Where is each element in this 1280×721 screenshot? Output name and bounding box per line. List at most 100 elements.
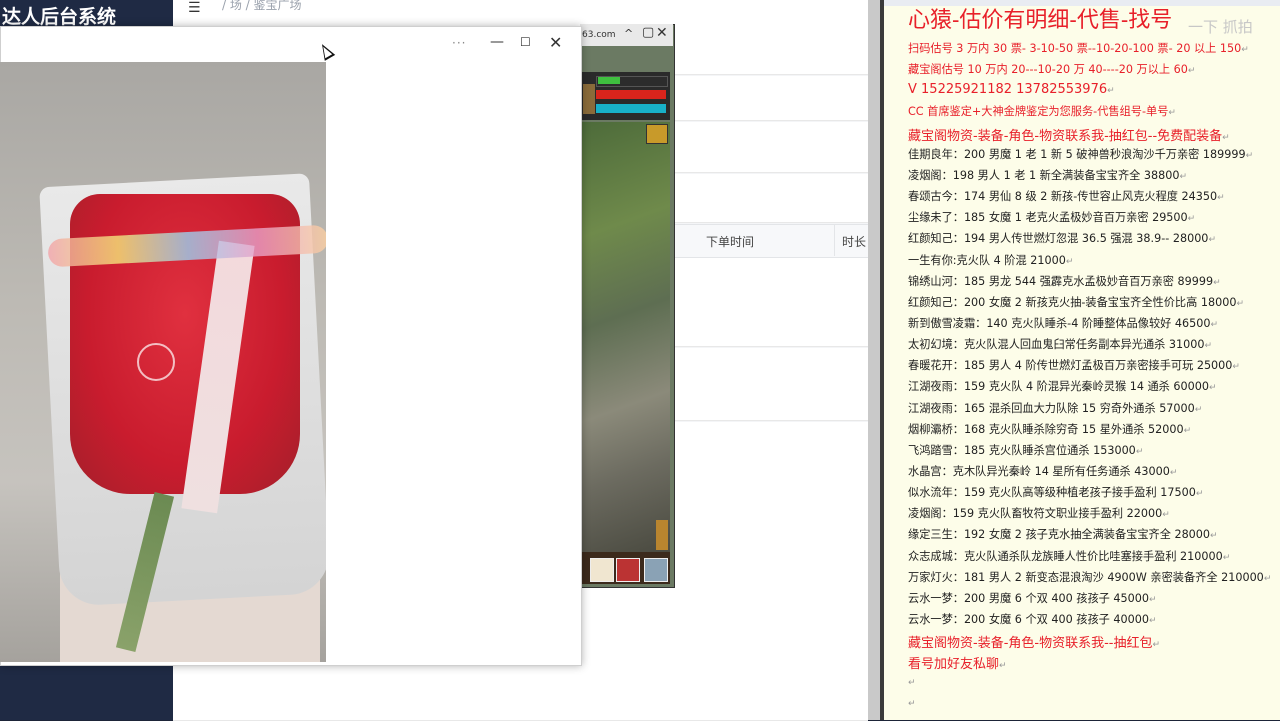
- document-line-text: 云水一梦：200 女魔 6 个双 400 孩孩子 40000: [908, 613, 1150, 627]
- document-line: 扫码估号 3 万内 30 票- 3-10-50 票--10-20-100 票- …: [908, 40, 1249, 56]
- skill-slot-icon[interactable]: [616, 558, 640, 582]
- document-line-text: 新到傲雪凌霜：140 克火队睡杀-4 阶睡整体品像较好 46500: [908, 316, 1211, 330]
- table-header: [672, 224, 870, 258]
- close-icon[interactable]: ✕: [656, 25, 668, 41]
- paragraph-mark-icon: ↵: [1222, 132, 1230, 143]
- document-line: 红颜知己：194 男人传世燃灯忽混 36.5 强混 38.9-- 28000↵: [908, 230, 1216, 246]
- document-line-text: 凌烟阁：198 男人 1 老 1 新全满装备宝宝齐全 38800: [908, 168, 1180, 182]
- document-line-text: 缘定三生：192 女魔 2 孩子克水抽全满装备宝宝齐全 28000: [908, 528, 1211, 542]
- paragraph-mark-icon: ↵: [908, 677, 916, 688]
- focus-ring-icon: [137, 343, 175, 381]
- document-line-text: 春颂古今：174 男仙 8 级 2 新孩-传世容止风克火程度 24350: [908, 190, 1218, 204]
- document-line-text: 春暖花开：185 男人 4 阶传世燃灯孟极百万亲密接手可玩 25000: [908, 359, 1233, 373]
- document-line-text: 红颜知己：194 男人传世燃灯忽混 36.5 强混 38.9-- 28000: [908, 232, 1209, 246]
- maximize-icon[interactable]: ☐: [520, 35, 531, 49]
- skill-slot-icon[interactable]: [590, 558, 614, 582]
- paragraph-mark-icon: ↵: [1183, 425, 1192, 436]
- document-line: 飞鸿踏雪：185 克火队睡杀宫位通杀 153000↵: [908, 442, 1143, 458]
- mana-bar: [596, 104, 666, 113]
- paragraph-mark-icon: ↵: [1208, 235, 1216, 246]
- document-line: 藏宝阁物资-装备-角色-物资联系我--抽红包↵: [908, 632, 1160, 651]
- paragraph-mark-icon: ↵: [1209, 383, 1217, 394]
- document-line: 缘定三生：192 女魔 2 孩子克水抽全满装备宝宝齐全 28000↵: [908, 526, 1218, 542]
- document-line: 新到傲雪凌霜：140 克火队睡杀-4 阶睡整体品像较好 46500↵: [908, 315, 1218, 331]
- document-line: 众志成城：克火队通杀队龙族睡人性价比哇塞接手盈利 210000↵: [908, 548, 1230, 564]
- document-line-text: 烟柳灞桥：168 克火队睡杀除穷奇 15 星外通杀 52000: [908, 422, 1184, 436]
- skill-slot-icon[interactable]: [644, 558, 668, 582]
- paragraph-mark-icon: ↵: [1245, 150, 1254, 161]
- paragraph-mark-icon: ↵: [1065, 256, 1074, 267]
- column-divider: [834, 224, 835, 256]
- paragraph-mark-icon: ↵: [1149, 616, 1157, 627]
- paragraph-mark-icon: ↵: [1179, 171, 1188, 182]
- document-line: 红颜知己：200 女魔 2 新孩克火抽-装备宝宝齐全性价比高 18000↵: [908, 294, 1244, 310]
- paragraph-mark-icon: ↵: [908, 698, 916, 709]
- column-duration[interactable]: 时长: [842, 233, 866, 250]
- game-scene[interactable]: [582, 122, 670, 552]
- paragraph-mark-icon: ↵: [1232, 362, 1240, 373]
- more-icon[interactable]: ···: [452, 36, 466, 50]
- paragraph-mark-icon: ↵: [1210, 319, 1219, 330]
- document-line: 春颂古今：174 男仙 8 级 2 新孩-传世容止风克火程度 24350↵: [908, 188, 1225, 204]
- document-line-text: 藏宝阁估号 10 万内 20---10-20 万 40----20 万以上 60: [908, 63, 1188, 77]
- exp-bar-fill: [598, 77, 620, 84]
- paragraph-mark-icon: ↵: [1152, 640, 1161, 651]
- paragraph-mark-icon: ↵: [1135, 446, 1144, 457]
- document-line: ↵: [908, 696, 916, 709]
- document-line: 江湖夜雨：165 混杀回血大力队除 15 穷奇外通杀 57000↵: [908, 400, 1202, 416]
- minimize-icon[interactable]: —: [490, 34, 504, 50]
- document-line: 春暖花开：185 男人 4 阶传世燃灯孟极百万亲密接手可玩 25000↵: [908, 357, 1240, 373]
- document-line-text: 江湖夜雨：159 克火队 4 阶混异光秦岭灵猴 14 通杀 60000: [908, 380, 1210, 394]
- paragraph-mark-icon: ↵: [1213, 277, 1221, 288]
- buff-icon[interactable]: [646, 124, 668, 144]
- paragraph-mark-icon: ↵: [1204, 341, 1213, 352]
- document-line-text: 尘缘未了：185 女魔 1 老克火孟极妙音百万亲密 29500: [908, 211, 1188, 225]
- document-line-text: 似水流年：159 克火队高等级种植老孩子接手盈利 17500: [908, 486, 1196, 500]
- admin-logo: 达人后台系统: [2, 6, 117, 28]
- paragraph-mark-icon: ↵: [1222, 552, 1231, 563]
- paragraph-mark-icon: ↵: [1194, 404, 1203, 415]
- caret-up-icon[interactable]: ^: [624, 27, 633, 40]
- paragraph-mark-icon: ↵: [1210, 531, 1218, 542]
- paragraph-mark-icon: ↵: [1187, 214, 1196, 225]
- paragraph-mark-icon: ↵: [1107, 86, 1115, 97]
- document-line: 佳期良年：200 男魔 1 老 1 新 5 破神兽秒浪淘沙千万亲密 189999…: [908, 146, 1253, 162]
- document-title: 心猿-估价有明细-代售-找号: [908, 8, 1173, 33]
- paragraph-mark-icon: ↵: [1236, 298, 1244, 309]
- document-line-text: 看号加好友私聊: [908, 657, 1000, 673]
- game-url-text: 63.com: [582, 30, 616, 40]
- paragraph-mark-icon: ↵: [1149, 594, 1157, 605]
- document-line: 似水流年：159 克火队高等级种植老孩子接手盈利 17500↵: [908, 484, 1203, 500]
- document-line: 水晶宫：克木队异光秦岭 14 星所有任务通杀 43000↵: [908, 463, 1177, 479]
- document-line: 云水一梦：200 女魔 6 个双 400 孩孩子 40000↵: [908, 611, 1157, 627]
- close-icon[interactable]: ✕: [549, 33, 562, 52]
- restore-icon[interactable]: ▢: [642, 25, 654, 40]
- document-line-text: 凌烟阁：159 克火队畜牧符文职业接手盈利 22000: [908, 507, 1163, 521]
- document-line-text: 众志成城：克火队通杀队龙族睡人性价比哇塞接手盈利 210000: [908, 549, 1223, 563]
- document-line-text: 佳期良年：200 男魔 1 老 1 新 5 破神兽秒浪淘沙千万亲密 189999: [908, 147, 1246, 161]
- watermark: 一下 抓拍: [1188, 18, 1253, 36]
- document-line: 尘缘未了：185 女魔 1 老克火孟极妙音百万亲密 29500↵: [908, 209, 1195, 225]
- document-line: 锦绣山河：185 男龙 544 强霹克水孟极妙音百万亲密 89999↵: [908, 273, 1221, 289]
- document-line-text: 万家灯火：181 男人 2 新变态混浪淘沙 4900W 亲密装备齐全 21000…: [908, 570, 1264, 584]
- document-line: 一生有你:克火队 4 阶混 21000↵: [908, 252, 1073, 268]
- document-line: V 15225921182 13782553976↵: [908, 82, 1115, 97]
- column-order-time[interactable]: 下单时间: [706, 233, 754, 250]
- paragraph-mark-icon: ↵: [1217, 193, 1225, 204]
- document-line: 看号加好友私聊↵: [908, 653, 1007, 672]
- document-line-text: 江湖夜雨：165 混杀回血大力队除 15 穷奇外通杀 57000: [908, 401, 1195, 415]
- document-line: CC 首席鉴定+大神金牌鉴定为您服务-代售组号-单号↵: [908, 103, 1176, 119]
- document-line: 江湖夜雨：159 克火队 4 阶混异光秦岭灵猴 14 通杀 60000↵: [908, 378, 1217, 394]
- avatar: [583, 84, 595, 114]
- hamburger-icon[interactable]: ☰: [188, 0, 201, 16]
- document-line: 藏宝阁估号 10 万内 20---10-20 万 40----20 万以上 60…: [908, 61, 1195, 77]
- side-tab-icon[interactable]: [656, 520, 668, 550]
- paragraph-mark-icon: ↵: [1195, 489, 1204, 500]
- paragraph-mark-icon: ↵: [1187, 66, 1196, 77]
- document-line-text: 红颜知己：200 女魔 2 新孩克火抽-装备宝宝齐全性价比高 18000: [908, 295, 1237, 309]
- document-line: 太初幻境：克火队混人回血鬼臼常任务副本异光通杀 31000↵: [908, 336, 1212, 352]
- document-line: 烟柳灞桥：168 克火队睡杀除穷奇 15 星外通杀 52000↵: [908, 421, 1191, 437]
- document-line-text: 太初幻境：克火队混人回血鬼臼常任务副本异光通杀 31000: [908, 338, 1205, 352]
- document-line-text: V 15225921182 13782553976: [908, 82, 1108, 98]
- document-line-text: 锦绣山河：185 男龙 544 强霹克水孟极妙音百万亲密 89999: [908, 274, 1214, 288]
